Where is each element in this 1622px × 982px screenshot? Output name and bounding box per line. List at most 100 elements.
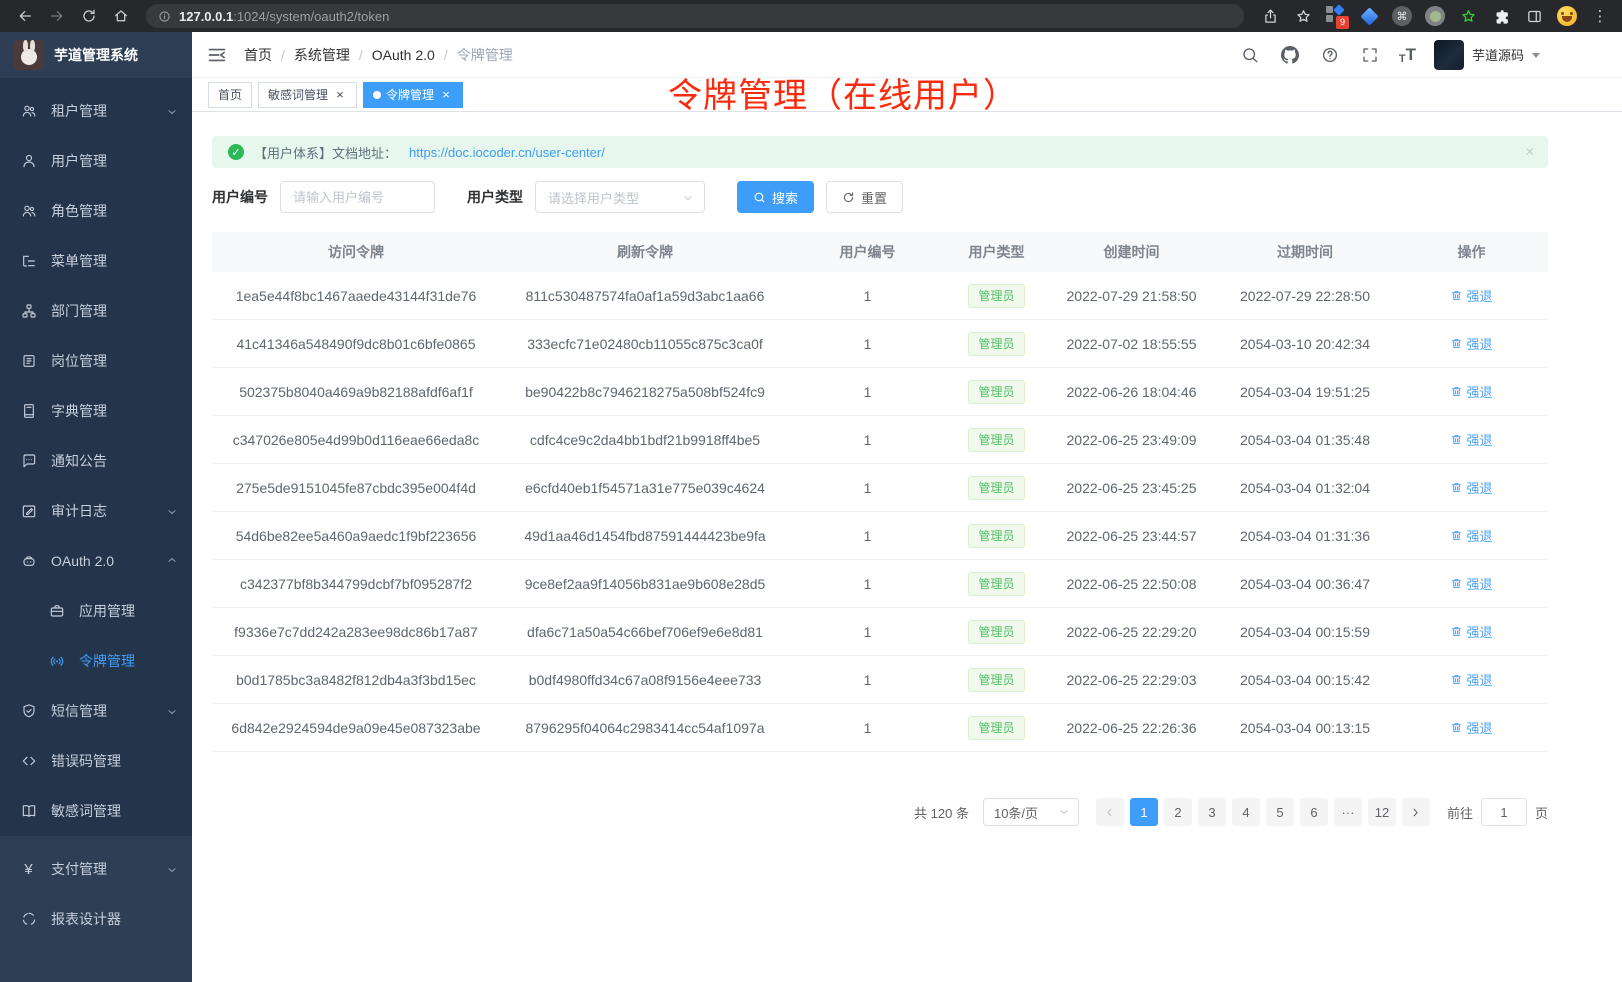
sidebar-item[interactable]: 报表设计器 [0, 894, 192, 944]
url-text[interactable]: 127.0.0.1:1024/system/oauth2/token [179, 9, 389, 24]
sidebar-item[interactable]: 错误码管理 [0, 736, 192, 786]
force-logout-button[interactable]: 强退 [1450, 670, 1492, 689]
help-icon[interactable] [1319, 44, 1341, 66]
sidebar-item[interactable]: 通知公告 [0, 436, 192, 486]
annotation-text: 令牌管理（在线用户） [668, 68, 1018, 117]
share-icon[interactable] [1258, 4, 1282, 28]
github-icon[interactable] [1279, 44, 1301, 66]
user-type-cell: 管理员 [945, 476, 1048, 500]
search-button[interactable]: 搜索 [737, 181, 814, 213]
forward-icon[interactable] [42, 2, 72, 30]
created-time-cell: 2022-06-25 22:29:20 [1048, 624, 1215, 640]
user-type-select[interactable]: 请选择用户类型 [535, 181, 705, 213]
sidebar-item[interactable]: ¥ 支付管理 [0, 844, 192, 894]
expire-time-cell: 2054-03-04 00:36:47 [1215, 576, 1395, 592]
profile-avatar[interactable] [1555, 4, 1579, 28]
prev-page-button[interactable] [1096, 798, 1124, 826]
sidebar-item[interactable]: 菜单管理 [0, 236, 192, 286]
app-logo[interactable]: 芋道管理系统 [0, 32, 192, 78]
user-id-cell: 1 [790, 624, 945, 640]
tag-item[interactable]: 首页 × [208, 82, 252, 108]
user-type-cell: 管理员 [945, 332, 1048, 356]
user-id-cell: 1 [790, 480, 945, 496]
bookmark-star-icon[interactable] [1291, 4, 1315, 28]
alert-close-icon[interactable]: × [1525, 144, 1534, 161]
side-panel-icon[interactable] [1522, 4, 1546, 28]
sidebar-item[interactable]: 令牌管理 [0, 636, 192, 686]
access-token-cell: c347026e805e4d99b0d116eae66eda8c [212, 432, 500, 448]
user-avatar [1434, 40, 1464, 70]
sidebar-item[interactable]: 租户管理 [0, 86, 192, 136]
page-button[interactable]: 6 [1300, 798, 1328, 826]
font-size-icon[interactable]: TT [1399, 45, 1416, 65]
action-cell: 强退 [1395, 526, 1548, 545]
force-logout-button[interactable]: 强退 [1450, 718, 1492, 737]
fullscreen-icon[interactable] [1359, 44, 1381, 66]
force-logout-button[interactable]: 强退 [1450, 526, 1492, 545]
site-info-icon[interactable] [158, 10, 171, 23]
puzzle-extensions-icon[interactable] [1489, 4, 1513, 28]
page-size-select[interactable]: 10条/页 [983, 798, 1079, 826]
home-icon[interactable] [106, 2, 136, 30]
browser-menu-icon[interactable]: ⋮ [1588, 4, 1612, 28]
search-icon[interactable] [1239, 44, 1261, 66]
sidebar-item[interactable]: 角色管理 [0, 186, 192, 236]
command-extension-icon[interactable]: ⌘ [1390, 4, 1414, 28]
refresh-token-cell: 49d1aa46d1454fbd87591444423be9fa [500, 528, 790, 544]
refresh-token-cell: 8796295f04064c2983414cc54af1097a [500, 720, 790, 736]
briefcase-icon [48, 603, 65, 620]
force-logout-button[interactable]: 强退 [1450, 622, 1492, 641]
force-logout-button[interactable]: 强退 [1450, 574, 1492, 593]
force-logout-button[interactable]: 强退 [1450, 286, 1492, 305]
reset-button[interactable]: 重置 [826, 181, 903, 213]
force-logout-button[interactable]: 强退 [1450, 430, 1492, 449]
page-button[interactable]: 1 [1130, 798, 1158, 826]
back-icon[interactable] [10, 2, 40, 30]
page-button[interactable]: 4 [1232, 798, 1260, 826]
reload-icon[interactable] [74, 2, 104, 30]
user-id-input[interactable] [280, 181, 435, 213]
sidebar-item[interactable]: 岗位管理 [0, 336, 192, 386]
edit-icon [20, 503, 37, 520]
force-logout-button[interactable]: 强退 [1450, 382, 1492, 401]
expire-time-cell: 2054-03-04 01:32:04 [1215, 480, 1395, 496]
page-button[interactable]: ··· [1334, 798, 1362, 826]
force-logout-button[interactable]: 强退 [1450, 334, 1492, 353]
sidebar-item[interactable]: 应用管理 [0, 586, 192, 636]
force-logout-button[interactable]: 强退 [1450, 478, 1492, 497]
user-menu[interactable]: 芋道源码 [1434, 40, 1540, 70]
star-extension-icon[interactable] [1456, 4, 1480, 28]
column-header: 创建时间 [1048, 242, 1215, 262]
user-type-badge: 管理员 [968, 524, 1024, 548]
recorder-extension-icon[interactable] [1423, 4, 1447, 28]
page-button[interactable]: 5 [1266, 798, 1294, 826]
user-type-cell: 管理员 [945, 668, 1048, 692]
sidebar-item[interactable]: 短信管理 [0, 686, 192, 736]
expire-time-cell: 2054-03-04 00:15:59 [1215, 624, 1395, 640]
tag-item[interactable]: 敏感词管理 × [258, 82, 357, 108]
breadcrumb-item[interactable]: OAuth 2.0 [372, 47, 457, 63]
page-button[interactable]: 2 [1164, 798, 1192, 826]
next-page-button[interactable] [1402, 798, 1430, 826]
sidebar-item[interactable]: 用户管理 [0, 136, 192, 186]
sidebar-item[interactable]: 敏感词管理 [0, 786, 192, 836]
table-row: 6d842e2924594de9a09e45e087323abe 8796295… [212, 704, 1548, 752]
doc-link[interactable]: https://doc.iocoder.cn/user-center/ [409, 145, 605, 160]
tag-close-icon[interactable]: × [333, 88, 347, 102]
extension-grid-icon[interactable]: 9 [1324, 4, 1348, 28]
breadcrumb-item[interactable]: 系统管理 [294, 45, 372, 65]
sidebar-item[interactable]: 部门管理 [0, 286, 192, 336]
address-bar[interactable]: 127.0.0.1:1024/system/oauth2/token [146, 4, 1244, 28]
breadcrumb-item[interactable]: 令牌管理 [457, 45, 513, 65]
tag-close-icon[interactable]: × [439, 88, 453, 102]
breadcrumb-item[interactable]: 首页 [244, 45, 294, 65]
sidebar-item[interactable]: 字典管理 [0, 386, 192, 436]
goto-page-input[interactable] [1481, 798, 1527, 826]
sidebar-item[interactable]: OAuth 2.0 [0, 536, 192, 586]
page-button[interactable]: 3 [1198, 798, 1226, 826]
page-button[interactable]: 12 [1368, 798, 1396, 826]
sidebar-toggle-icon[interactable] [206, 44, 228, 66]
tag-item[interactable]: 令牌管理 × [363, 82, 463, 108]
gem-extension-icon[interactable] [1357, 4, 1381, 28]
sidebar-item[interactable]: 审计日志 [0, 486, 192, 536]
